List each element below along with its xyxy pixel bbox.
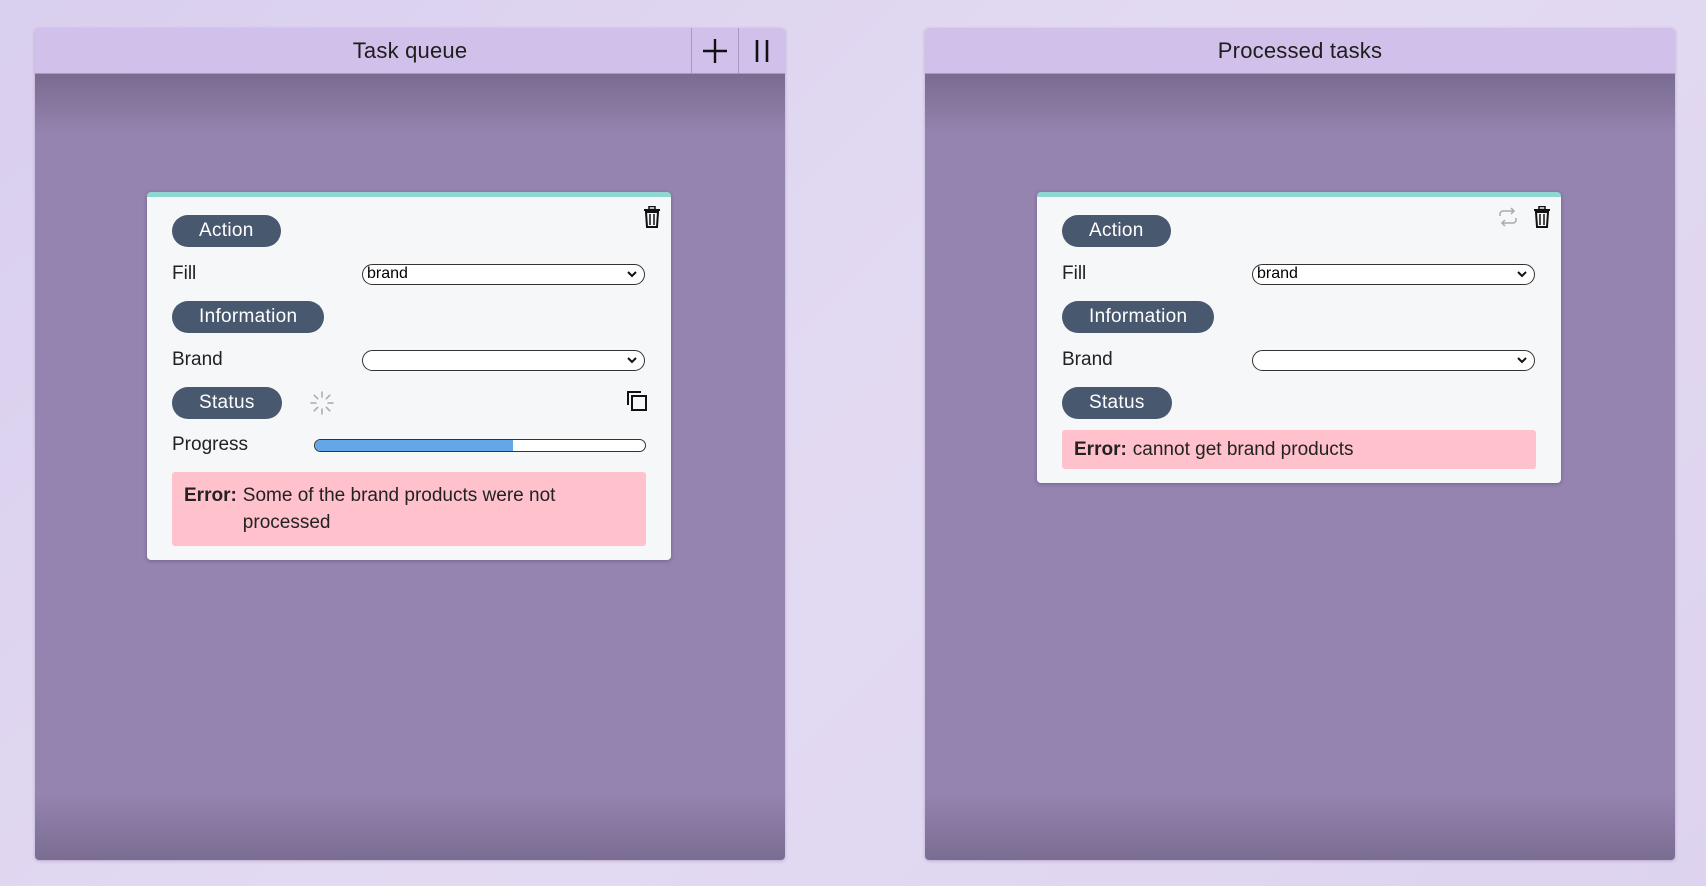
fill-label: Fill <box>1062 263 1087 284</box>
plus-icon <box>703 38 727 63</box>
information-section-label: Information <box>1062 301 1215 333</box>
copy-button[interactable] <box>626 390 648 412</box>
processed-tasks-panel: Processed tasks Action Fill brand Inform… <box>925 28 1675 860</box>
error-message: Error: Some of the brand products were n… <box>172 472 646 546</box>
chevron-down-icon <box>1517 356 1527 363</box>
copy-icon <box>627 391 647 411</box>
action-section-label: Action <box>1062 215 1171 247</box>
fill-select-value: brand <box>367 264 408 282</box>
processed-task-card: Action Fill brand Information Brand Stat… <box>1037 192 1561 483</box>
error-text: cannot get brand products <box>1132 439 1354 460</box>
brand-select[interactable] <box>362 349 645 371</box>
brand-select[interactable] <box>1252 349 1535 371</box>
processed-tasks-title: Processed tasks <box>1217 37 1383 63</box>
action-section-label: Action <box>172 215 281 247</box>
error-prefix: Error: <box>184 485 237 506</box>
processed-tasks-header: Processed tasks <box>925 28 1675 74</box>
task-queue-body: Action Fill brand Information Brand Stat… <box>35 74 785 860</box>
fill-select[interactable]: brand <box>362 263 645 285</box>
progress-label: Progress <box>172 434 249 455</box>
progress-bar <box>313 438 646 452</box>
brand-label: Brand <box>172 349 223 370</box>
information-section-label: Information <box>172 301 325 333</box>
task-queue-panel: Task queue Action Fill brand Information… <box>35 28 785 860</box>
status-section-label: Status <box>1062 387 1172 419</box>
fill-select[interactable]: brand <box>1252 263 1535 285</box>
fill-label: Fill <box>172 263 197 284</box>
task-queue-title: Task queue <box>352 37 468 63</box>
error-message: Error: cannot get brand products <box>1062 430 1536 469</box>
add-task-button[interactable] <box>691 28 738 73</box>
processed-tasks-body: Action Fill brand Information Brand Stat… <box>925 74 1675 860</box>
error-prefix: Error: <box>1074 439 1127 460</box>
brand-label: Brand <box>1062 349 1113 370</box>
task-queue-actions <box>691 28 785 73</box>
pause-icon <box>755 39 769 62</box>
chevron-down-icon <box>627 356 637 363</box>
error-text: Some of the brand products were not proc… <box>242 485 556 533</box>
chevron-down-icon <box>1517 270 1527 277</box>
pause-queue-button[interactable] <box>738 28 785 73</box>
fill-select-value: brand <box>1257 264 1298 282</box>
chevron-down-icon <box>627 270 637 277</box>
progress-bar-fill <box>314 439 513 451</box>
loading-spinner-icon <box>309 391 334 415</box>
task-card: Action Fill brand Information Brand Stat… <box>147 192 671 560</box>
task-queue-header: Task queue <box>35 28 785 74</box>
status-section-label: Status <box>172 387 282 419</box>
